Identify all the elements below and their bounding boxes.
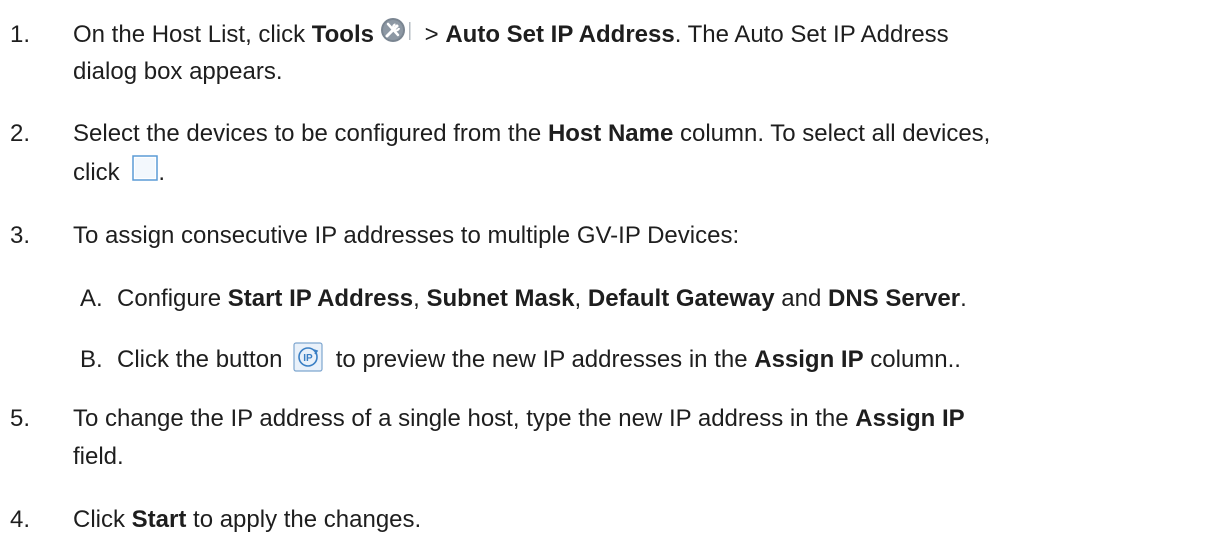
assign-ip-label: Assign IP <box>855 405 965 432</box>
host-name-label: Host Name <box>547 120 674 147</box>
step-5-line-2: field. <box>73 443 124 470</box>
sub-step-label: A. <box>80 285 103 312</box>
step-2-line-2: click . <box>73 154 165 188</box>
sub-step-label: B. <box>80 346 103 373</box>
sub-step-b: Click the button IP to preview the new I… <box>117 342 961 376</box>
step-5-line-1: To change the IP address of a single hos… <box>73 405 965 432</box>
step-3-line-1: To assign consecutive IP addresses to mu… <box>73 222 740 249</box>
step-1-line-2: dialog box appears. <box>73 58 283 85</box>
ip-refresh-icon: IP <box>293 342 323 372</box>
checkbox-icon <box>132 154 159 181</box>
step-1-line-1: On the Host List, click Tools > Auto Set… <box>73 17 949 50</box>
step-4-line-1: Click Start to apply the changes. <box>73 506 422 533</box>
tools-label: Tools <box>311 21 374 48</box>
start-label: Start <box>131 506 187 533</box>
tools-icon <box>380 16 414 44</box>
step-number: 5. <box>10 405 31 432</box>
step-2-line-1: Select the devices to be configured from… <box>73 120 991 147</box>
step-number: 2. <box>10 120 31 147</box>
svg-text:IP: IP <box>303 353 313 364</box>
step-number: 3. <box>10 222 31 249</box>
step-number: 4. <box>10 506 31 533</box>
sub-step-a: Configure Start IP Address, Subnet Mask,… <box>117 285 967 312</box>
auto-set-ip-label: Auto Set IP Address <box>445 21 675 48</box>
assign-ip-label: Assign IP <box>754 346 864 373</box>
step-number: 1. <box>10 21 31 48</box>
